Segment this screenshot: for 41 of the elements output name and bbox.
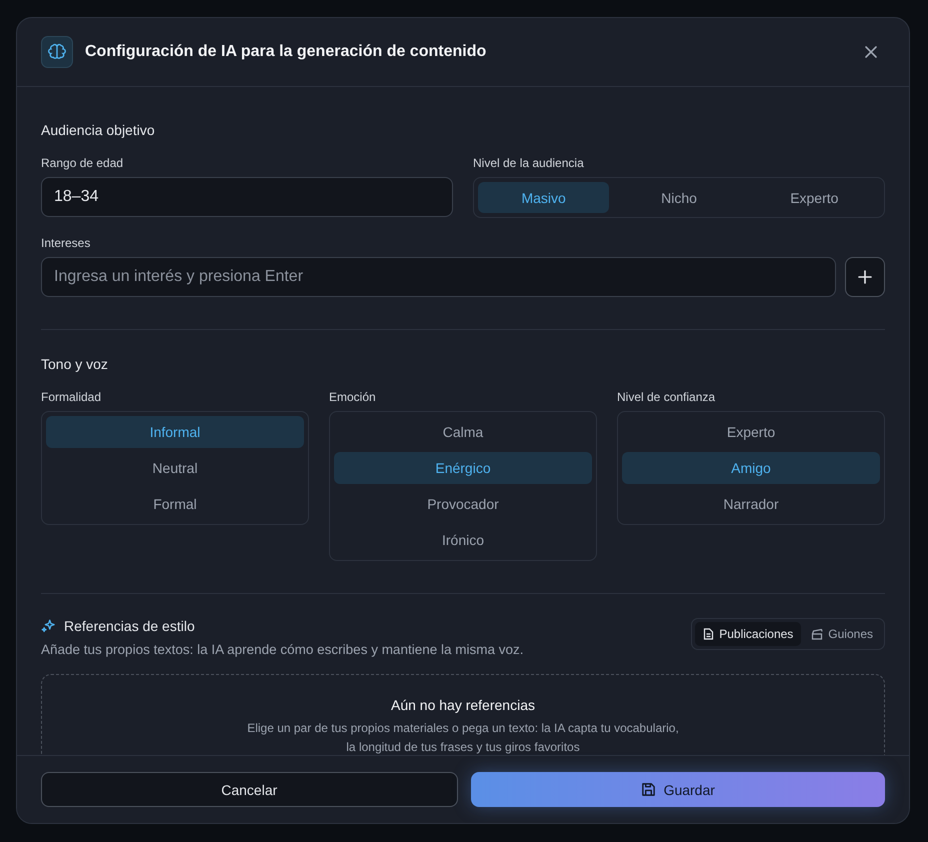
- tab[interactable]: Publicaciones: [695, 622, 802, 646]
- brain-icon: [48, 43, 66, 61]
- option-item[interactable]: Formal: [46, 488, 304, 520]
- field-label: Formalidad: [41, 390, 102, 404]
- field-label: Rango de edad: [41, 156, 124, 170]
- option-item[interactable]: Calma: [334, 416, 592, 448]
- interests-field[interactable]: Ingresa un interés y presiona Enter: [41, 257, 836, 297]
- option-item[interactable]: Experto: [622, 416, 880, 448]
- field-label: Nivel de la audiencia: [473, 156, 585, 170]
- save-button[interactable]: Guardar: [470, 772, 885, 807]
- segment-option[interactable]: Nicho: [613, 182, 745, 213]
- section-heading: Referencias de estilo: [64, 618, 195, 634]
- section-description: Añade tus propios textos: la IA aprende cómo escribes y mantiene la misma voz.: [41, 642, 524, 657]
- dialog-title: Configuración de IA para la generación de contenido: [85, 43, 488, 61]
- option-item[interactable]: Provocador: [334, 488, 592, 520]
- clapperboard-icon: [811, 628, 824, 640]
- empty-text: la longitud de tus frases y tus giros favoritos: [346, 739, 580, 755]
- option-item[interactable]: Narrador: [622, 488, 880, 520]
- tab[interactable]: Guiones: [803, 622, 881, 646]
- empty-title: Aún no hay referencias: [391, 697, 535, 713]
- age-range-field[interactable]: 18–34: [41, 177, 453, 217]
- option-item[interactable]: Informal: [46, 416, 304, 448]
- section-heading: Audiencia objetivo: [41, 122, 156, 138]
- segment-option[interactable]: Masivo: [478, 182, 610, 213]
- add-button[interactable]: [845, 257, 885, 297]
- sparkles-icon: [41, 618, 56, 634]
- field-label: Intereses: [41, 236, 92, 250]
- document-icon: [703, 628, 714, 640]
- option-item[interactable]: Irónico: [334, 524, 592, 556]
- segment-option[interactable]: Experto: [748, 182, 880, 213]
- cancel-button[interactable]: Cancelar: [41, 772, 458, 807]
- option-item[interactable]: Enérgico: [334, 452, 592, 484]
- field-label: Nivel de confianza: [617, 390, 716, 404]
- option-item[interactable]: Neutral: [46, 452, 304, 484]
- section-heading: Tono y voz: [41, 356, 109, 372]
- plus-icon: [858, 270, 872, 284]
- save-icon: [640, 782, 656, 797]
- empty-text: Elige un par de tus propios materiales o pega un texto: la IA capta tu vocabulario,: [247, 720, 679, 737]
- close-icon: [863, 44, 879, 60]
- option-item[interactable]: Amigo: [622, 452, 880, 484]
- field-label: Emoción: [329, 390, 377, 404]
